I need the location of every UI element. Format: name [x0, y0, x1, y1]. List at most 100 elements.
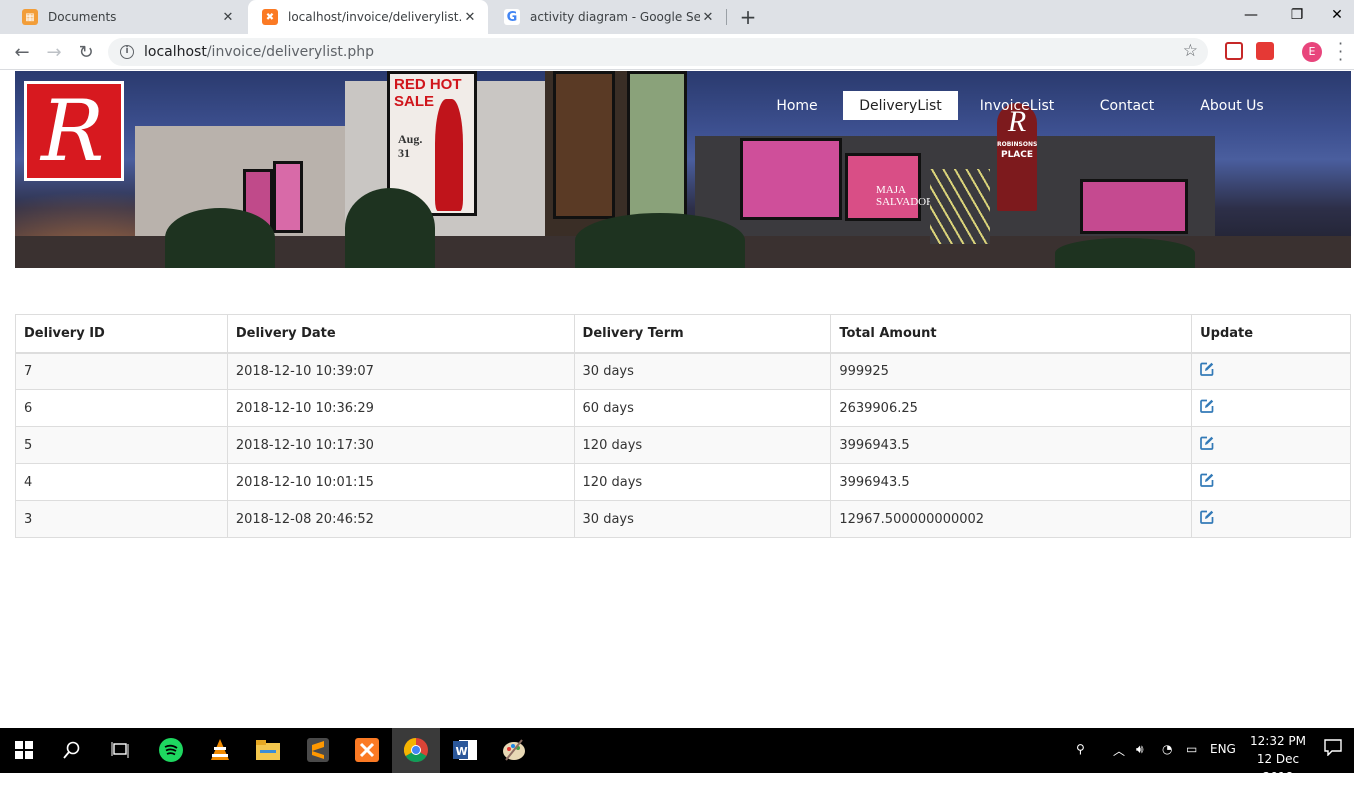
table-header-row: Delivery ID Delivery Date Delivery Term … — [15, 314, 1351, 354]
language-indicator[interactable]: ENG — [1210, 742, 1236, 756]
facade-lights — [930, 169, 990, 244]
palm-tree — [575, 213, 745, 268]
task-view-icon[interactable] — [106, 736, 134, 764]
people-icon[interactable]: ⚲ — [1076, 742, 1085, 756]
billboard-golf — [627, 71, 687, 219]
header-delivery-date: Delivery Date — [226, 314, 575, 354]
cell-total-amount: 3996943.5 — [830, 426, 1193, 464]
tab-title: localhost/invoice/deliverylist.php — [288, 10, 462, 24]
bookmark-star-icon[interactable]: ☆ — [1183, 41, 1198, 61]
tab-google-search[interactable]: G activity diagram - Google Search ✕ — [490, 0, 726, 34]
tray-chevron-icon[interactable]: ︿ — [1113, 742, 1125, 759]
tower-sign-text: ROBINSONS PLACE — [997, 139, 1037, 161]
cell-delivery-date: 2018-12-10 10:39:07 — [226, 352, 575, 390]
billboard-maja-text: MAJA SALVADOR — [876, 184, 934, 208]
pocket-extension-icon[interactable] — [1225, 42, 1243, 60]
billboard-sale-line2: SALE — [394, 93, 435, 110]
tower-sign-line2: PLACE — [1000, 150, 1034, 160]
back-icon[interactable]: ← — [8, 38, 36, 66]
volume-icon[interactable]: 🔊︎ — [1136, 742, 1144, 757]
edit-icon[interactable] — [1200, 399, 1214, 417]
vlc-icon[interactable] — [206, 736, 234, 764]
address-host: localhost — [144, 44, 207, 60]
chrome-icon[interactable] — [402, 736, 430, 764]
header-delivery-term: Delivery Term — [573, 314, 832, 354]
paint-icon[interactable] — [500, 736, 528, 764]
tab-close-icon[interactable]: ✕ — [700, 10, 716, 25]
site-info-icon[interactable]: i — [120, 45, 134, 59]
sublime-text-icon[interactable] — [304, 736, 332, 764]
cell-update — [1191, 426, 1351, 464]
minimize-button[interactable]: — — [1228, 0, 1274, 30]
taskbar-clock[interactable]: 12:32 PM 12 Dec 2018 — [1240, 732, 1316, 786]
tab-title: Documents — [48, 10, 117, 24]
cell-delivery-id: 6 — [15, 389, 228, 427]
nav-invoicelist[interactable]: InvoiceList — [973, 91, 1061, 120]
reload-icon[interactable]: ↻ — [72, 38, 100, 66]
spotify-icon[interactable] — [157, 736, 185, 764]
billboard-small-2 — [273, 161, 303, 233]
restore-button[interactable]: ❐ — [1274, 0, 1320, 30]
forward-icon[interactable]: → — [40, 38, 68, 66]
nav-contact[interactable]: Contact — [1087, 91, 1167, 120]
cell-total-amount: 12967.500000000002 — [830, 500, 1193, 538]
tab-strip: ▦ Documents ✕ ✖ localhost/invoice/delive… — [0, 0, 1354, 34]
cell-update — [1191, 500, 1351, 538]
cell-delivery-term: 30 days — [573, 500, 832, 538]
xampp-taskbar-icon[interactable] — [353, 736, 381, 764]
battery-icon[interactable]: ▭ — [1186, 742, 1197, 756]
header-update: Update — [1191, 314, 1351, 354]
word-icon[interactable]: W — [451, 736, 479, 764]
edit-icon[interactable] — [1200, 510, 1214, 528]
profile-avatar[interactable]: E — [1302, 42, 1322, 62]
cell-delivery-id: 3 — [15, 500, 228, 538]
cell-delivery-date: 2018-12-10 10:01:15 — [226, 463, 575, 501]
cell-delivery-date: 2018-12-10 10:36:29 — [226, 389, 575, 427]
browser-toolbar: ← → ↻ i localhost/invoice/deliverylist.p… — [0, 34, 1354, 70]
windows-start-icon[interactable] — [10, 736, 38, 764]
cell-total-amount: 3996943.5 — [830, 463, 1193, 501]
nav-about-us[interactable]: About Us — [1191, 91, 1273, 120]
tab-deliverylist[interactable]: ✖ localhost/invoice/deliverylist.php ✕ — [248, 0, 488, 34]
clock-time: 12:32 PM — [1250, 734, 1306, 748]
clock-date: 12 Dec 2018 — [1256, 752, 1300, 784]
cell-delivery-date: 2018-12-08 20:46:52 — [226, 500, 575, 538]
tab-close-icon[interactable]: ✕ — [462, 10, 478, 25]
cell-delivery-id: 5 — [15, 426, 228, 464]
address-path: /invoice/deliverylist.php — [206, 44, 374, 60]
cell-delivery-id: 4 — [15, 463, 228, 501]
table-row: 4 2018-12-10 10:01:15 120 days 3996943.5 — [15, 463, 1351, 501]
search-icon[interactable] — [58, 736, 86, 764]
notifications-icon[interactable] — [1324, 738, 1342, 759]
billboard-date-line1: Aug. — [398, 132, 423, 146]
extension-icon[interactable] — [1256, 42, 1274, 60]
windows-taskbar: W ⚲ ︿ 🔊︎ ◔ ▭ ENG 12:32 PM 12 Dec 2018 — [0, 728, 1354, 784]
close-window-button[interactable]: ✕ — [1320, 0, 1354, 30]
site-logo[interactable]: R — [24, 81, 124, 181]
wifi-icon[interactable]: ◔ — [1162, 742, 1172, 756]
file-explorer-icon[interactable] — [254, 736, 282, 764]
tab-close-icon[interactable]: ✕ — [220, 10, 236, 25]
google-icon: G — [504, 9, 520, 25]
cell-total-amount: 999925 — [830, 352, 1193, 390]
tab-documents[interactable]: ▦ Documents ✕ — [8, 0, 246, 34]
edit-icon[interactable] — [1200, 473, 1214, 491]
nav-home[interactable]: Home — [765, 91, 829, 120]
billboard-watch — [553, 71, 615, 219]
new-tab-button[interactable]: + — [737, 4, 759, 30]
billboard-maja: MAJA SALVADOR — [845, 153, 933, 221]
tab-title: activity diagram - Google Search — [530, 10, 700, 24]
edit-icon[interactable] — [1200, 436, 1214, 454]
cell-update — [1191, 463, 1351, 501]
table-row: 3 2018-12-08 20:46:52 30 days 12967.5000000… — [15, 500, 1351, 538]
browser-menu-icon[interactable]: · · · — [1338, 36, 1343, 68]
header-total-amount: Total Amount — [830, 314, 1193, 354]
edit-icon[interactable] — [1200, 362, 1214, 380]
address-bar[interactable]: i localhost/invoice/deliverylist.php ☆ — [108, 38, 1208, 66]
svg-text:W: W — [456, 745, 468, 758]
billboard-date-line2: 31 — [398, 146, 410, 160]
cell-update — [1191, 352, 1351, 390]
cell-total-amount: 2639906.25 — [830, 389, 1193, 427]
cell-delivery-date: 2018-12-10 10:17:30 — [226, 426, 575, 464]
nav-deliverylist[interactable]: DeliveryList — [843, 91, 958, 120]
